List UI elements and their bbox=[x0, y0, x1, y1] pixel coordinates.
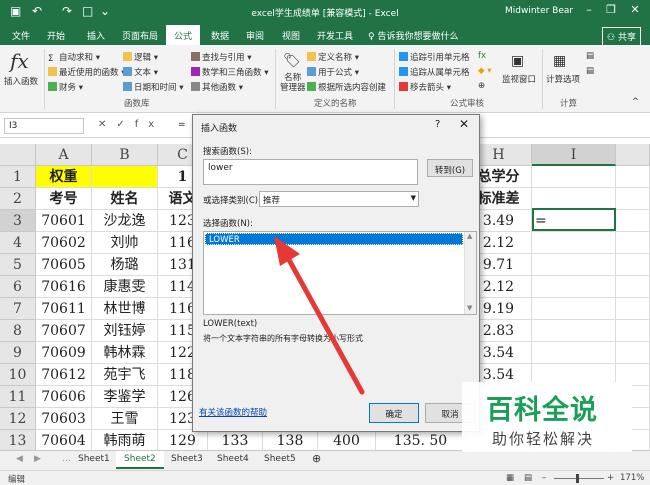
arrow-shaft bbox=[285, 255, 365, 395]
arrow-head bbox=[274, 236, 300, 266]
watermark-main: 百科全说 bbox=[486, 395, 598, 426]
watermark-logo: 百科全说 助你轻松解决 bbox=[462, 382, 632, 452]
watermark-sub: 助你轻松解决 bbox=[492, 430, 595, 448]
